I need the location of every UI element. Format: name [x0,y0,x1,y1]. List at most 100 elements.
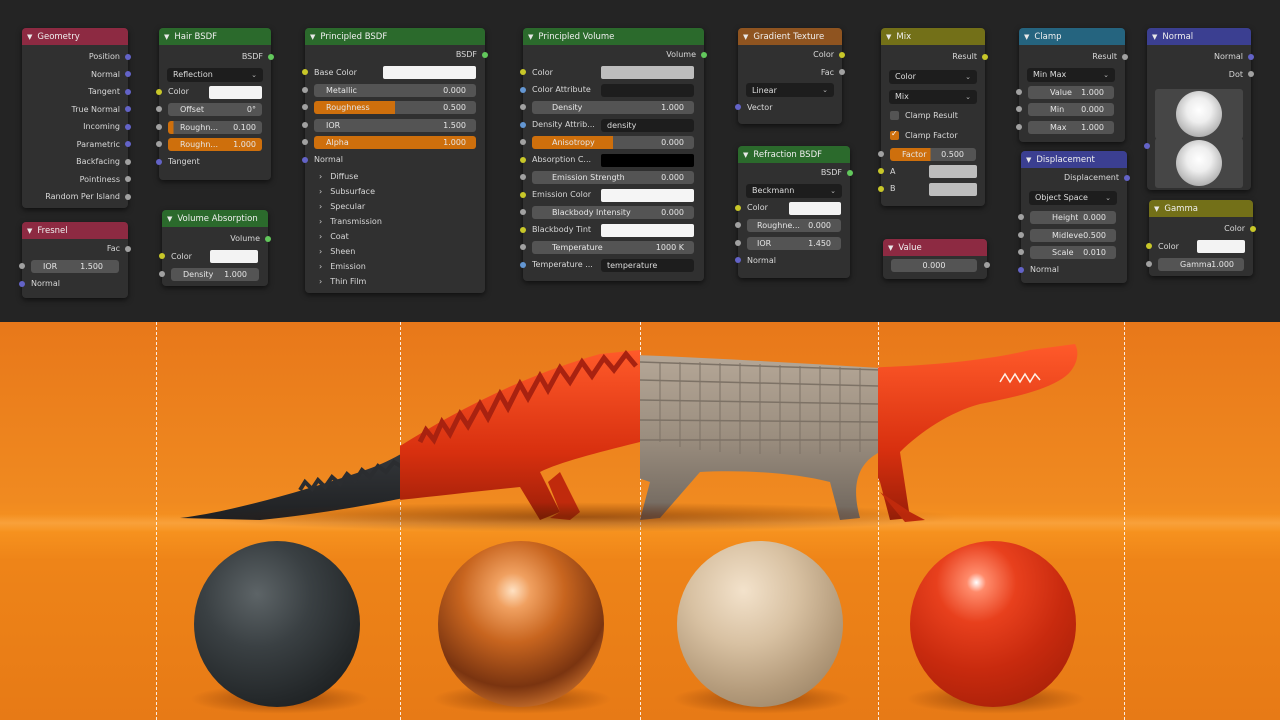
socket[interactable] [159,253,165,260]
socket[interactable] [159,270,165,277]
socket[interactable] [1018,214,1024,221]
scale-field[interactable]: Scale 0.010 [1030,246,1116,259]
node-header[interactable]: ▼ Mix [881,28,985,45]
socket[interactable] [1016,106,1022,113]
node-header[interactable]: ▼ Clamp [1019,28,1125,45]
color-attribute-field[interactable] [601,83,694,97]
socket[interactable] [1248,53,1254,60]
socket[interactable] [878,150,884,157]
node-principled-volume[interactable]: ▼ Principled Volume Volume Color Color At… [520,28,707,281]
chevron-down-icon[interactable]: ▼ [27,33,32,41]
density-attribute-field[interactable]: density [601,118,694,132]
ior-field[interactable]: IOR 1.450 [747,236,841,250]
socket[interactable] [735,257,741,264]
socket[interactable] [1146,260,1152,267]
panel-coat[interactable]: › Coat [305,229,485,244]
roughness-field[interactable]: Roughn... 1.000 [168,138,262,151]
color-swatch[interactable] [601,223,694,237]
socket[interactable] [520,139,526,146]
node-header[interactable]: ▼ Hair BSDF [159,28,271,45]
ior-field[interactable]: IOR 1.500 [314,118,476,132]
socket[interactable] [1018,249,1024,256]
socket[interactable] [520,69,526,76]
socket[interactable] [1016,123,1022,130]
color-swatch[interactable] [601,153,694,167]
color-swatch[interactable] [601,66,694,79]
chevron-down-icon[interactable]: ▼ [528,33,533,41]
socket[interactable] [520,174,526,181]
component-dropdown[interactable]: Reflection ⌄ [167,67,263,82]
socket[interactable] [520,156,526,163]
node-header[interactable]: ▼ Fresnel [22,222,128,239]
socket[interactable] [302,86,308,93]
socket[interactable] [520,244,526,251]
node-normal[interactable]: ▼ Normal Normal Dot [1144,28,1254,190]
node-gradient-texture[interactable]: ▼ Gradient Texture Color Fac Linear ⌄ Vect… [735,28,845,124]
panel-subsurface[interactable]: › Subsurface [305,184,485,199]
node-fresnel[interactable]: ▼ Fresnel Fac IOR 1.500 Normal [19,222,131,298]
socket[interactable] [1144,143,1150,149]
chevron-down-icon[interactable]: ▼ [27,227,32,235]
panel-transmission[interactable]: › Transmission [305,214,485,229]
socket[interactable] [735,104,741,111]
socket[interactable] [19,280,25,287]
socket[interactable] [520,86,526,93]
socket[interactable] [847,169,853,176]
height-field[interactable]: Height 0.000 [1030,211,1116,224]
node-principled-bsdf[interactable]: ▼ Principled BSDF BSDF Base Color Metalli… [302,28,488,293]
socket[interactable] [1124,174,1130,181]
socket[interactable] [520,209,526,216]
panel-specular[interactable]: › Specular [305,199,485,214]
checkbox-checked-icon[interactable] [890,129,899,140]
socket[interactable] [984,261,990,268]
color-swatch[interactable] [210,250,258,263]
node-header[interactable]: ▼ Geometry [22,28,128,45]
roughness-field[interactable]: Roughn... 0.100 [168,120,262,134]
node-header[interactable]: ▼ Gamma [1149,200,1253,217]
checkbox-icon[interactable] [890,110,899,120]
blend-mode-dropdown[interactable]: Mix ⌄ [889,89,977,104]
socket[interactable] [156,88,162,95]
socket[interactable] [125,158,131,165]
socket[interactable] [125,245,131,252]
socket[interactable] [1018,231,1024,238]
socket[interactable] [1248,71,1254,78]
node-geometry[interactable]: ▼ Geometry Position Normal Tangent True N… [22,28,131,208]
color-swatch[interactable] [789,201,841,215]
clamp-result-checkbox[interactable]: Clamp Result [881,105,985,125]
socket[interactable] [268,53,274,60]
socket[interactable] [520,261,526,268]
space-dropdown[interactable]: Object Space ⌄ [1029,190,1117,205]
node-value[interactable]: ▼ Value 0.000 [883,239,990,279]
node-clamp[interactable]: ▼ Clamp Result Min Max ⌄ Value 1.000 Min 0.0… [1016,28,1128,142]
node-header[interactable]: ▼ Refraction BSDF [738,146,850,163]
node-editor[interactable]: ▼ Geometry Position Normal Tangent True N… [0,0,1280,322]
chevron-down-icon[interactable]: ▼ [886,33,891,41]
chevron-down-icon[interactable]: ▼ [1154,205,1159,213]
panel-thin-film[interactable]: › Thin Film [305,274,485,289]
emission-strength-field[interactable]: Emission Strength 0.000 [532,171,694,184]
anisotropy-field[interactable]: Anisotropy 0.000 [532,136,694,149]
socket[interactable] [125,123,131,130]
socket[interactable] [520,226,526,233]
socket[interactable] [878,185,884,192]
color-swatch[interactable] [209,85,262,99]
node-header[interactable]: ▼ Principled BSDF [305,28,485,45]
socket[interactable] [1250,225,1256,232]
node-mix[interactable]: ▼ Mix Result Color⌄ Mix⌄ Clamp Result Cla… [878,28,988,206]
chevron-down-icon[interactable]: ▼ [1026,156,1031,164]
roughness-field[interactable]: Roughne... 0.000 [747,219,841,232]
chevron-down-icon[interactable]: ▼ [743,33,748,41]
socket[interactable] [302,69,308,76]
socket[interactable] [125,53,131,60]
socket[interactable] [125,88,131,95]
chevron-down-icon[interactable]: ▼ [743,151,748,159]
density-field[interactable]: Density 1.000 [171,267,259,281]
ior-field[interactable]: IOR 1.500 [31,260,119,273]
chevron-down-icon[interactable]: ▼ [1152,33,1157,41]
socket[interactable] [482,51,488,58]
socket[interactable] [520,191,526,198]
socket[interactable] [839,69,845,76]
color-swatch[interactable] [601,188,694,202]
socket[interactable] [701,51,707,58]
